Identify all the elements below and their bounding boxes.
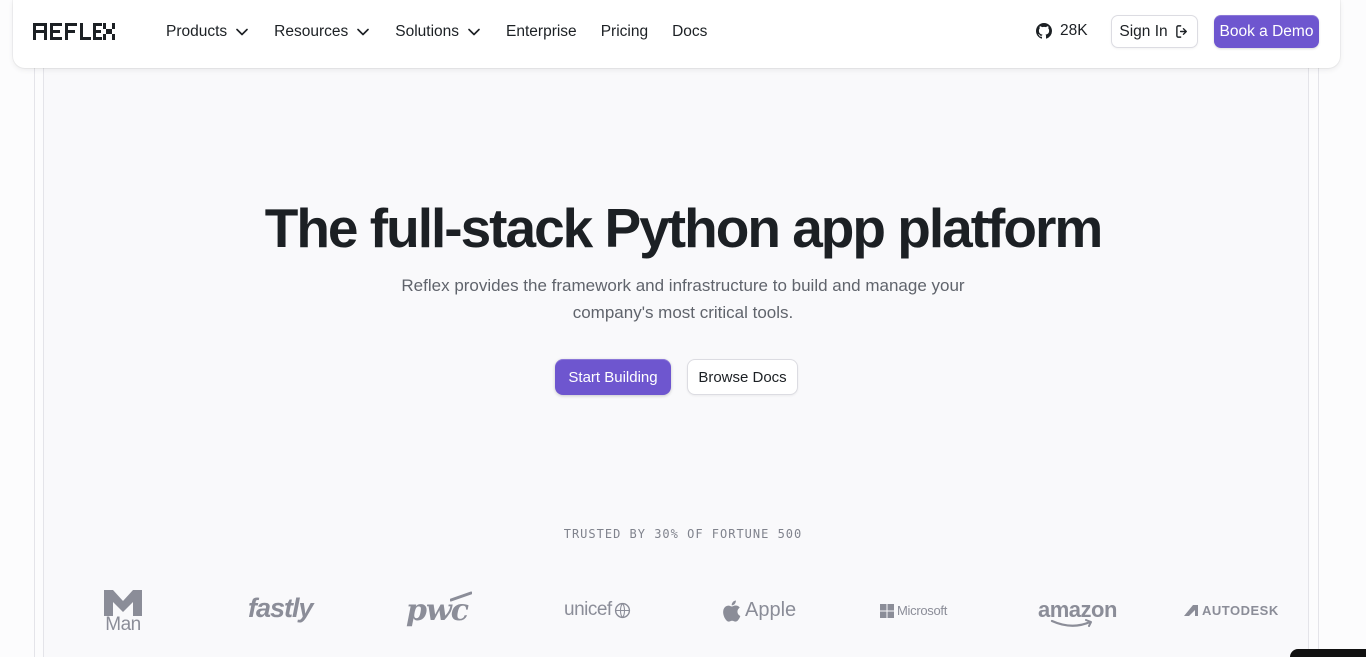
fastly-logo-text: fastly	[248, 593, 314, 623]
pwc-logo: pwc	[406, 591, 472, 628]
sign-in-label: Sign In	[1119, 22, 1168, 40]
start-building-label: Start Building	[568, 368, 658, 386]
frame-divider	[34, 60, 35, 657]
man-m-icon	[104, 590, 142, 616]
frame-divider	[1308, 60, 1309, 657]
hero-subtitle: Reflex provides the framework and infras…	[401, 276, 965, 322]
microsoft-logo-text: Microsoft	[897, 603, 948, 618]
browse-docs-button[interactable]: Browse Docs	[687, 359, 798, 395]
nav-label: Products	[166, 23, 228, 40]
nav-solutions[interactable]: Solutions	[395, 23, 480, 41]
unicef-logo: unicef	[564, 599, 631, 621]
hero-title: The full-stack Python app platform	[264, 197, 1104, 259]
start-building-button[interactable]: Start Building	[555, 359, 671, 395]
hero-background	[44, 60, 1308, 657]
frame-divider	[1318, 60, 1319, 657]
sign-in-button[interactable]: Sign In	[1111, 15, 1198, 48]
login-icon	[1175, 24, 1190, 39]
github-stars-link[interactable]: 28K	[1036, 22, 1088, 40]
nav-docs[interactable]: Docs	[672, 23, 707, 41]
apple-logo: Apple	[722, 599, 796, 622]
reflex-logo-icon	[33, 23, 115, 40]
microsoft-windows-icon	[880, 603, 894, 618]
book-demo-button[interactable]: Book a Demo	[1214, 15, 1319, 48]
book-demo-label: Book a Demo	[1219, 22, 1314, 40]
nav-label: Pricing	[600, 23, 649, 40]
nav-enterprise[interactable]: Enterprise	[506, 23, 577, 41]
autodesk-logo-text: AUTODESK	[1202, 603, 1279, 618]
github-icon	[1036, 23, 1052, 39]
chevron-down-icon	[468, 28, 480, 36]
github-star-count: 28K	[1060, 22, 1088, 39]
autodesk-mark-icon	[1184, 605, 1198, 616]
chevron-down-icon	[236, 28, 248, 36]
nav-resources[interactable]: Resources	[274, 23, 370, 41]
nav-products[interactable]: Products	[166, 23, 248, 41]
main-nav: Products Resources Solutions Enterprise …	[166, 0, 707, 64]
unicef-logo-text: unicef	[564, 599, 612, 620]
man-logo: Man	[104, 590, 142, 636]
nav-label: Enterprise	[506, 23, 577, 40]
amazon-smile-icon	[1050, 619, 1092, 627]
pwc-mark-icon	[450, 591, 472, 602]
top-navbar: Products Resources Solutions Enterprise …	[13, 0, 1340, 68]
nav-label: Docs	[672, 23, 708, 40]
reflex-logo[interactable]	[33, 23, 115, 40]
floating-widget-edge[interactable]	[1290, 649, 1366, 657]
frame-divider	[43, 60, 44, 657]
browse-docs-label: Browse Docs	[698, 368, 787, 386]
chevron-down-icon	[357, 28, 370, 36]
nav-label: Resources	[274, 23, 349, 40]
amazon-logo: amazon	[1038, 597, 1117, 627]
apple-icon	[723, 600, 741, 622]
nav-pricing[interactable]: Pricing	[601, 23, 648, 41]
man-logo-text: Man	[105, 614, 141, 635]
customer-logos: Man fastly pwc unicef Apple Microsoft am…	[0, 585, 1366, 645]
unicef-globe-icon	[614, 602, 630, 618]
nav-label: Solutions	[395, 23, 460, 40]
autodesk-logo: AUTODESK	[1184, 603, 1279, 618]
microsoft-logo: Microsoft	[880, 603, 947, 618]
trusted-by-label: TRUSTED BY 30% OF FORTUNE 500	[563, 527, 803, 541]
apple-logo-text: Apple	[745, 599, 797, 621]
fastly-logo: fastly	[248, 593, 314, 624]
